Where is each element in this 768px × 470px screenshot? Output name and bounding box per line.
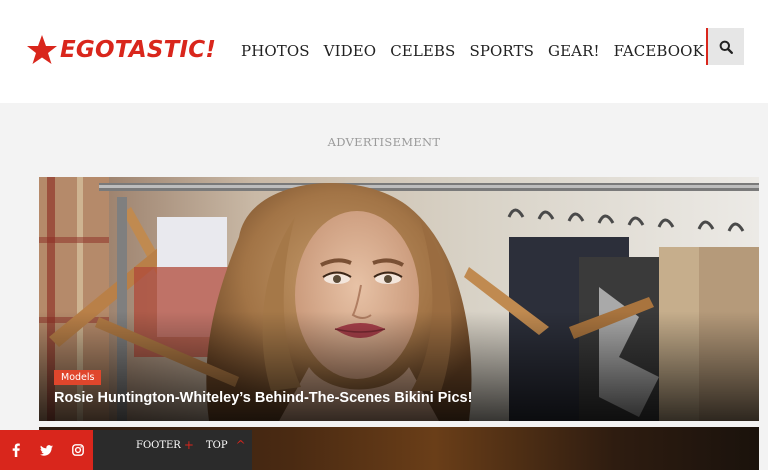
chevron-up-icon: ^: [235, 438, 246, 452]
advertisement-label: ADVERTISEMENT: [327, 135, 441, 149]
nav-item-gear[interactable]: GEAR!: [548, 42, 600, 60]
twitter-icon[interactable]: [31, 430, 62, 470]
main-nav: PHOTOS VIDEO CELEBS SPORTS GEAR! FACEBOO…: [241, 42, 724, 60]
logo-text: EGOTASTIC!: [60, 37, 217, 63]
top-label: TOP: [206, 439, 228, 451]
nav-item-photos[interactable]: PHOTOS: [241, 42, 310, 60]
top-button[interactable]: TOP ^: [206, 438, 246, 452]
nav-item-sports[interactable]: SPORTS: [469, 42, 534, 60]
search-icon: [719, 40, 733, 54]
site-header: EGOTASTIC! PHOTOS VIDEO CELEBS SPORTS GE…: [0, 0, 768, 103]
instagram-icon[interactable]: [62, 430, 93, 470]
nav-item-facebook[interactable]: FACEBOOK!: [614, 42, 710, 60]
plus-icon: +: [183, 438, 194, 452]
category-tag[interactable]: Models: [54, 370, 102, 385]
search-button[interactable]: [706, 28, 744, 65]
hero-article-title[interactable]: Rosie Huntington-Whiteley’s Behind-The-S…: [54, 390, 472, 406]
star-icon: [27, 35, 57, 64]
nav-item-video[interactable]: VIDEO: [324, 42, 377, 60]
hero-image[interactable]: [39, 177, 759, 421]
facebook-icon[interactable]: [0, 430, 31, 470]
hero-article-card[interactable]: [39, 177, 759, 421]
social-links: [0, 430, 93, 470]
footer-label: FOOTER: [136, 439, 181, 451]
footer-button[interactable]: FOOTER +: [136, 438, 194, 452]
site-logo[interactable]: EGOTASTIC!: [26, 33, 216, 67]
nav-item-celebs[interactable]: CELEBS: [390, 42, 455, 60]
